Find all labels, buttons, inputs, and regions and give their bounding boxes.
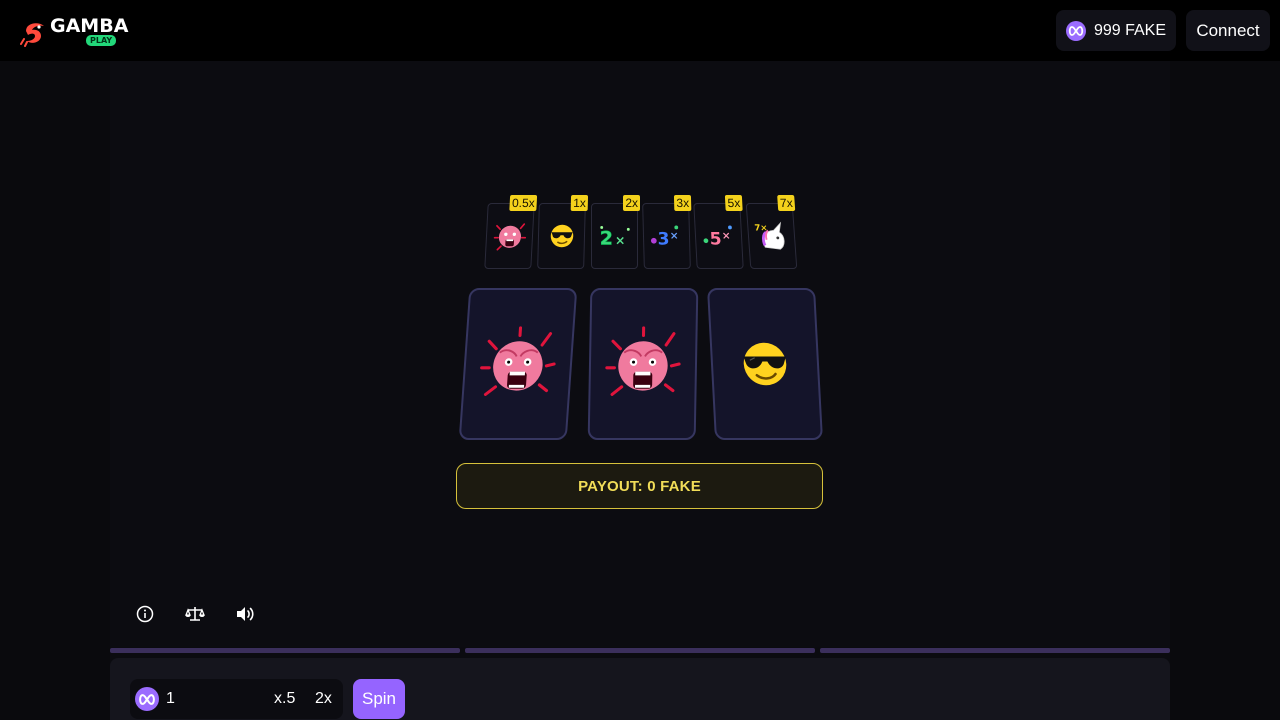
fake-token-icon	[1065, 20, 1086, 41]
svg-text:×: ×	[669, 230, 678, 242]
svg-text:2: 2	[599, 228, 612, 250]
reel-slot	[458, 288, 578, 440]
connect-button[interactable]: Connect	[1186, 10, 1270, 51]
fairness-button[interactable]	[184, 603, 206, 625]
shrimp-logo-icon	[20, 17, 48, 47]
paytable-item: 5 × 5x	[693, 195, 744, 269]
balance-amount: 999 FAKE	[1093, 21, 1166, 39]
volume-button[interactable]	[234, 603, 256, 625]
spin-button[interactable]: Spin	[353, 679, 405, 719]
double-wager-button[interactable]: 2x	[315, 690, 332, 708]
fairness-scale-icon	[185, 607, 205, 621]
info-icon	[136, 605, 154, 623]
multiplier-badge: 5x	[725, 195, 743, 211]
half-wager-button[interactable]: x.5	[274, 690, 295, 708]
progress-segment	[110, 648, 460, 653]
progress-segment	[820, 648, 1170, 653]
fake-token-icon	[135, 687, 159, 711]
multiplier-badge: 1x	[570, 195, 589, 211]
multiplier-badge: 7x	[777, 195, 796, 211]
svg-text:5: 5	[709, 230, 722, 250]
gamba-logo[interactable]: GAMBA PLAY	[20, 11, 128, 51]
svg-text:×: ×	[615, 234, 625, 248]
svg-text:3: 3	[657, 230, 669, 250]
sunglasses-face-icon	[743, 342, 787, 386]
rage-face-icon	[493, 223, 526, 251]
progress-segment	[465, 648, 815, 653]
3x-icon: 3 ×	[650, 225, 678, 250]
5x-icon: 5 ×	[703, 225, 732, 250]
bet-controls: x.5 2x Spin	[110, 658, 1170, 720]
paytable-item: 1x	[537, 195, 589, 269]
sunglasses-face-icon	[550, 224, 573, 248]
balance-button[interactable]: 999 FAKE	[1055, 10, 1176, 51]
reel-slot	[587, 288, 699, 440]
left-gutter	[0, 61, 110, 720]
rage-face-icon	[480, 326, 556, 396]
paytable-item: 0.5x	[484, 195, 538, 269]
multiplier-badge: 3x	[674, 195, 692, 211]
paytable-item: 2 × 2x	[591, 195, 640, 269]
svg-text:×: ×	[721, 230, 730, 242]
volume-icon	[237, 607, 254, 621]
wager-input[interactable]	[166, 690, 266, 708]
logo-badge: PLAY	[86, 34, 117, 46]
payout-display: PAYOUT: 0 FAKE	[456, 463, 823, 509]
rage-face-icon	[605, 326, 681, 396]
svg-text:7×: 7×	[754, 223, 768, 233]
reel-slot	[707, 288, 823, 440]
2x-icon: 2 ×	[599, 226, 630, 250]
top-bar: GAMBA PLAY 999 FAKE Connect	[0, 0, 1280, 61]
wager-field: x.5 2x	[130, 679, 343, 719]
logo-text: GAMBA	[50, 14, 129, 37]
right-gutter	[1170, 61, 1280, 720]
paytable-item: 3 × 3x	[642, 195, 692, 269]
multiplier-badge: 0.5x	[509, 195, 538, 211]
info-button[interactable]	[134, 603, 156, 625]
paytable-item: 7× 7x	[745, 195, 798, 269]
unicorn-icon: 7×	[754, 221, 785, 250]
multiplier-badge: 2x	[623, 195, 640, 211]
